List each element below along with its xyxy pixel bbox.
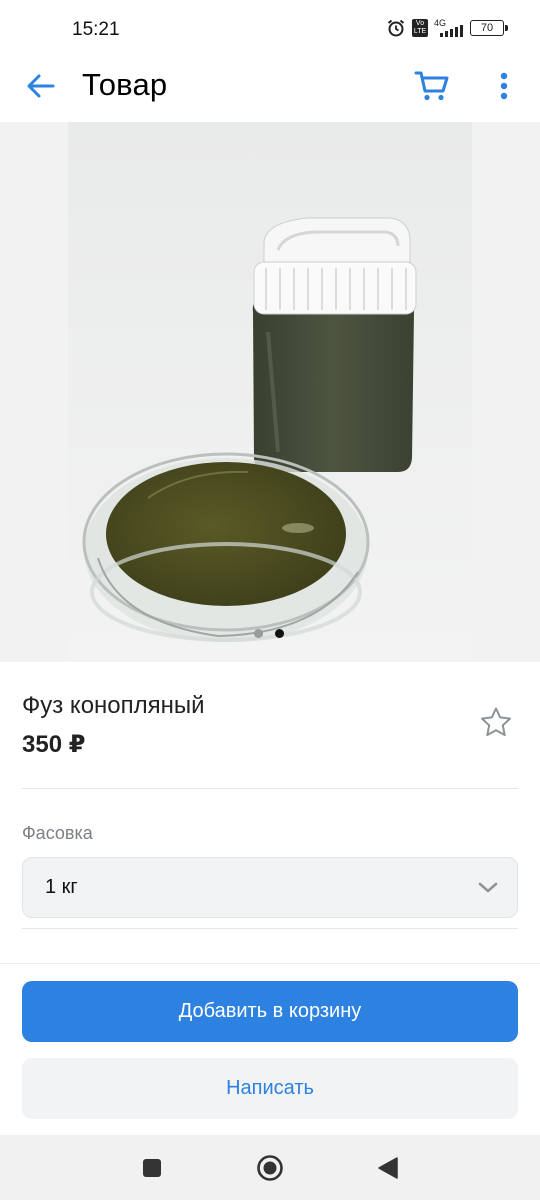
volte-icon: Vo LTE: [412, 19, 428, 37]
gallery-dot-active[interactable]: [275, 629, 284, 638]
triangle-back-icon: [378, 1157, 398, 1179]
gallery-pagination: [254, 629, 284, 638]
system-back-button[interactable]: [371, 1151, 405, 1185]
cart-icon: [414, 71, 449, 101]
cart-button[interactable]: [412, 66, 452, 106]
star-outline-icon: [481, 707, 511, 736]
write-message-button[interactable]: Написать: [22, 1058, 518, 1119]
status-icons: Vo LTE 4G 70: [386, 18, 508, 38]
product-price: 350 ₽: [22, 731, 86, 758]
more-vertical-icon: [500, 72, 508, 100]
packaging-selected-value: 1 кг: [45, 876, 78, 898]
chevron-down-icon: [478, 882, 498, 893]
system-nav-bar: [0, 1135, 540, 1200]
product-name: Фуз конопляный: [22, 692, 205, 719]
favorite-button[interactable]: [478, 704, 514, 740]
recent-apps-button[interactable]: [135, 1151, 169, 1185]
page-title: Товар: [82, 67, 168, 102]
divider: [22, 788, 518, 789]
app-header: Товар: [0, 60, 540, 122]
square-icon: [143, 1159, 161, 1177]
packaging-label: Фасовка: [22, 823, 93, 843]
battery-icon: 70: [470, 20, 508, 36]
add-to-cart-button[interactable]: Добавить в корзину: [22, 981, 518, 1042]
alarm-icon: [386, 18, 406, 38]
signal-icon: 4G: [434, 18, 464, 38]
packaging-select[interactable]: 1 кг: [22, 857, 518, 918]
status-bar: 15:21 Vo LTE 4G 70: [0, 0, 540, 60]
product-gallery[interactable]: [0, 122, 540, 662]
product-photo[interactable]: [68, 122, 472, 662]
gallery-dot[interactable]: [254, 629, 263, 638]
circle-icon: [257, 1155, 283, 1181]
more-button[interactable]: [490, 66, 518, 106]
arrow-left-icon: [27, 74, 55, 98]
divider: [22, 928, 518, 929]
home-button[interactable]: [253, 1151, 287, 1185]
back-button[interactable]: [22, 68, 58, 104]
status-time: 15:21: [72, 19, 120, 40]
